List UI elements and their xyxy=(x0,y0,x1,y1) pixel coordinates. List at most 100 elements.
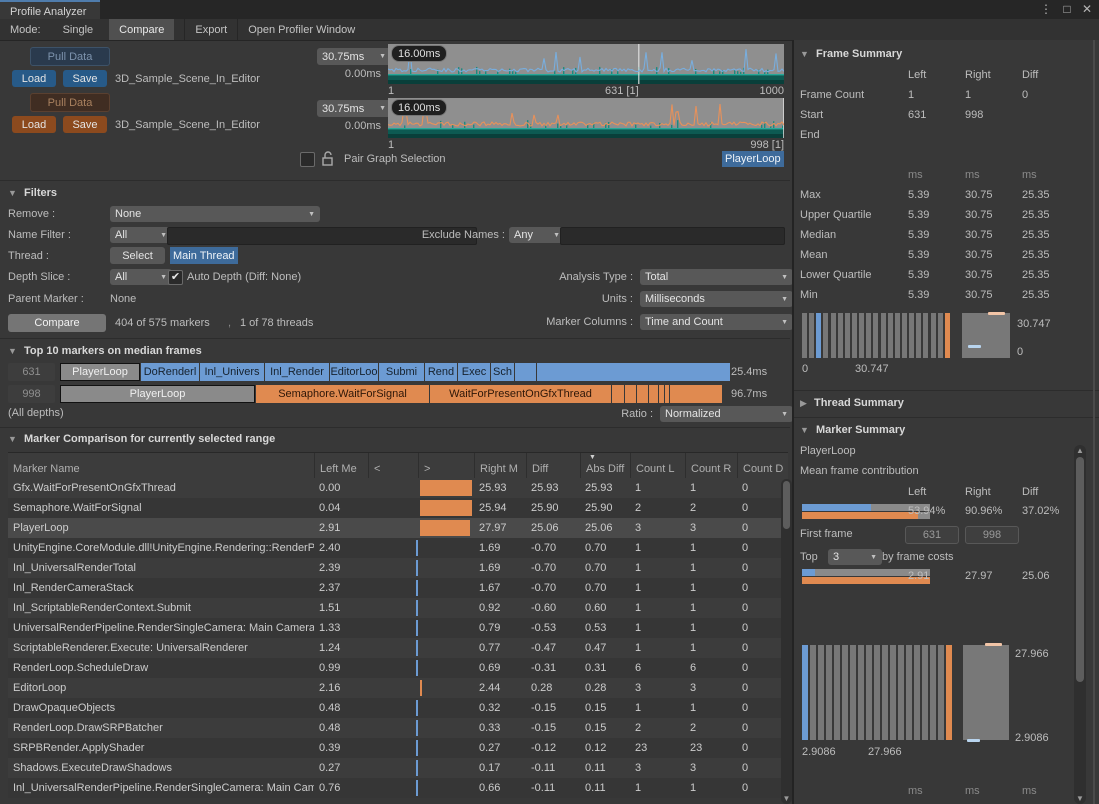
units-dropdown[interactable]: Milliseconds▼ xyxy=(640,291,793,307)
frame-summary-histogram[interactable] xyxy=(802,313,952,358)
histogram-bar[interactable] xyxy=(858,645,864,740)
table-row[interactable]: UniversalRenderPipeline.RenderSingleCame… xyxy=(8,618,788,638)
load-button-right[interactable]: Load xyxy=(12,116,56,133)
histogram-bar[interactable] xyxy=(909,313,914,358)
histogram-bar[interactable] xyxy=(842,645,848,740)
histogram-bar[interactable] xyxy=(802,313,807,358)
column-header--[interactable]: < xyxy=(368,453,418,479)
name-filter-mode-dropdown[interactable]: All▼ xyxy=(110,227,172,243)
top10-segment[interactable]: Submi xyxy=(379,363,424,381)
column-header-count-d[interactable]: Count D xyxy=(737,453,788,479)
histogram-bar[interactable] xyxy=(873,313,878,358)
top10-segment[interactable]: PlayerLoop xyxy=(60,363,140,381)
histogram-bar[interactable] xyxy=(938,645,944,740)
marker-columns-dropdown[interactable]: Time and Count▼ xyxy=(640,314,793,330)
histogram-bar[interactable] xyxy=(823,313,828,358)
summary-scrollbar[interactable]: ▲ ▼ xyxy=(1074,445,1086,804)
selected-marker-chip[interactable]: PlayerLoop xyxy=(722,151,784,167)
maximize-icon[interactable]: □ xyxy=(1058,1,1076,17)
histogram-bar[interactable] xyxy=(898,645,904,740)
histogram-bar[interactable] xyxy=(930,645,936,740)
frame-summary-header[interactable]: ▼ Frame Summary xyxy=(800,48,902,60)
table-row[interactable]: Inl_UniversalRenderPipeline.RenderSingle… xyxy=(8,778,788,798)
load-button-left[interactable]: Load xyxy=(12,70,56,87)
histogram-bar[interactable] xyxy=(938,313,943,358)
table-scrollbar-thumb[interactable] xyxy=(783,481,790,529)
analysis-type-dropdown[interactable]: Total▼ xyxy=(640,269,793,285)
table-row[interactable]: Inl_ScriptableRenderContext.Submit1.510.… xyxy=(8,598,788,618)
top10-segment[interactable] xyxy=(665,385,669,403)
pair-graph-selection-checkbox[interactable] xyxy=(300,152,315,167)
column-header-right-m[interactable]: Right M xyxy=(474,453,526,479)
histogram-bar[interactable] xyxy=(895,313,900,358)
histogram-bar[interactable] xyxy=(852,313,857,358)
auto-depth-checkbox[interactable]: ✔ xyxy=(168,270,183,285)
top10-segment[interactable]: DoRenderl xyxy=(141,363,199,381)
close-icon[interactable]: ✕ xyxy=(1078,1,1096,17)
histogram-bar[interactable] xyxy=(866,313,871,358)
table-row[interactable]: EditorLoop2.162.440.280.28330 xyxy=(8,678,788,698)
top10-segment[interactable]: WaitForPresentOnGfxThread xyxy=(430,385,611,403)
marker-summary-header[interactable]: ▼ Marker Summary xyxy=(800,424,905,436)
histogram-bar[interactable] xyxy=(882,645,888,740)
pull-data-button-right[interactable]: Pull Data xyxy=(30,93,110,112)
marker-summary-histogram[interactable] xyxy=(802,645,954,740)
table-row[interactable]: RenderLoop.DrawSRPBatcher0.480.33-0.150.… xyxy=(8,718,788,738)
top10-segment[interactable]: Inl_Render xyxy=(265,363,329,381)
table-row[interactable]: PlayerLoop2.9127.9725.0625.06330 xyxy=(8,518,788,538)
top10-header[interactable]: ▼ Top 10 markers on median frames xyxy=(8,345,202,357)
top-n-dropdown[interactable]: 3▼ xyxy=(828,549,882,565)
table-scrollbar[interactable]: ▼ xyxy=(781,479,792,804)
histogram-bar[interactable] xyxy=(923,313,928,358)
window-menu-icon[interactable]: ⋮ xyxy=(1037,1,1055,17)
graph-scale-dropdown-left[interactable]: 30.75ms▼ xyxy=(317,48,391,65)
histogram-bar[interactable] xyxy=(802,645,808,740)
top10-segment[interactable] xyxy=(625,385,636,403)
top10-segment[interactable] xyxy=(515,363,536,381)
histogram-bar[interactable] xyxy=(916,313,921,358)
column-header-diff[interactable]: Diff xyxy=(526,453,580,479)
column-header-count-l[interactable]: Count L xyxy=(630,453,685,479)
save-button-left[interactable]: Save xyxy=(63,70,107,87)
top10-segment[interactable] xyxy=(649,385,658,403)
table-row[interactable]: SRPBRender.ApplyShader0.390.27-0.120.122… xyxy=(8,738,788,758)
compare-button[interactable]: Compare xyxy=(8,314,106,332)
table-row[interactable]: ScriptableRenderer.Execute: UniversalRen… xyxy=(8,638,788,658)
histogram-bar[interactable] xyxy=(888,313,893,358)
ratio-dropdown[interactable]: Normalized▼ xyxy=(660,406,793,422)
histogram-bar[interactable] xyxy=(859,313,864,358)
mode-compare-button[interactable]: Compare xyxy=(109,19,174,40)
table-row[interactable]: UnityEngine.CoreModule.dll!UnityEngine.R… xyxy=(8,538,788,558)
histogram-bar[interactable] xyxy=(838,313,843,358)
table-row[interactable]: Gfx.WaitForPresentOnGfxThread0.0025.9325… xyxy=(8,478,788,498)
histogram-bar[interactable] xyxy=(845,313,850,358)
histogram-bar[interactable] xyxy=(902,313,907,358)
remove-dropdown[interactable]: None▼ xyxy=(110,206,320,222)
top10-segment[interactable] xyxy=(637,385,648,403)
open-profiler-window-button[interactable]: Open Profiler Window xyxy=(238,19,365,40)
exclude-names-input[interactable] xyxy=(560,227,785,245)
first-frame-left-button[interactable]: 631 xyxy=(905,526,959,544)
exclude-mode-dropdown[interactable]: Any▼ xyxy=(509,227,565,243)
column-header-marker-name[interactable]: Marker Name xyxy=(8,453,314,479)
histogram-bar[interactable] xyxy=(906,645,912,740)
pull-data-button-left[interactable]: Pull Data xyxy=(30,47,110,66)
table-row[interactable]: Inl_RenderCameraStack2.371.67-0.700.7011… xyxy=(8,578,788,598)
first-frame-right-button[interactable]: 998 xyxy=(965,526,1019,544)
top10-segment[interactable] xyxy=(659,385,664,403)
histogram-bar[interactable] xyxy=(809,313,814,358)
mode-single-button[interactable]: Single xyxy=(47,19,110,40)
scroll-down-icon[interactable]: ▼ xyxy=(781,794,792,803)
histogram-bar[interactable] xyxy=(850,645,856,740)
scroll-down-icon[interactable]: ▼ xyxy=(1074,794,1086,803)
table-row[interactable]: Shadows.ExecuteDrawShadows0.270.17-0.110… xyxy=(8,758,788,778)
histogram-bar[interactable] xyxy=(922,645,928,740)
scroll-up-icon[interactable]: ▲ xyxy=(1074,446,1086,455)
histogram-bar[interactable] xyxy=(945,313,950,358)
histogram-bar[interactable] xyxy=(874,645,880,740)
column-header--[interactable]: > xyxy=(418,453,474,479)
frame-graph-left[interactable]: 16.00ms xyxy=(388,44,784,84)
top10-segment[interactable] xyxy=(612,385,624,403)
summary-scrollbar-thumb[interactable] xyxy=(1076,457,1084,682)
top10-segment[interactable]: Rend xyxy=(425,363,457,381)
